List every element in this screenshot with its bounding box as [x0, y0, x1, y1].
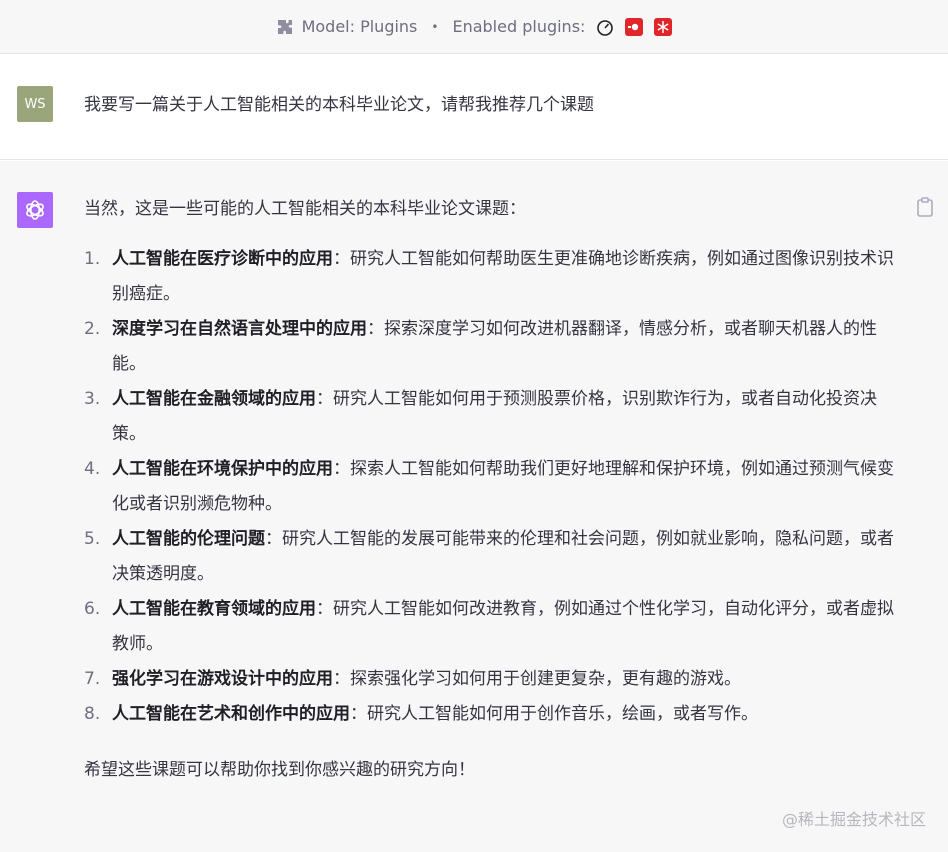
copy-clipboard-icon[interactable]: [916, 197, 934, 217]
list-item: 5. 人工智能的伦理问题：研究人工智能的发展可能带来的伦理和社会问题，例如就业影响…: [84, 522, 894, 592]
assistant-message-row: 当然，这是一些可能的人工智能相关的本科毕业论文课题： 1. 人工智能在医疗诊断中的…: [0, 161, 948, 852]
list-number: 7.: [84, 669, 101, 689]
assistant-outro: 希望这些课题可以帮助你找到你感兴趣的研究方向！: [84, 760, 475, 780]
user-message-text: 我要写一篇关于人工智能相关的本科毕业论文，请帮我推荐几个课题: [84, 95, 594, 115]
user-message-row: WS 我要写一篇关于人工智能相关的本科毕业论文，请帮我推荐几个课题: [0, 54, 948, 160]
topic-title: 人工智能在环境保护中的应用: [112, 459, 333, 479]
topic-description: ：研究人工智能如何用于创作音乐，绘画，或者写作。: [350, 704, 758, 724]
topic-list: 1. 人工智能在医疗诊断中的应用：研究人工智能如何帮助医生更准确地诊断疾病，例如通…: [84, 242, 894, 732]
chatgpt-logo-icon: [17, 192, 53, 228]
list-number: 4.: [84, 459, 101, 479]
model-label: Model: Plugins: [301, 17, 418, 36]
watermark: @稀土掘金技术社区: [781, 810, 926, 829]
red-snowflake-icon: [654, 17, 673, 36]
list-number: 2.: [84, 319, 101, 339]
topic-title: 人工智能在金融领域的应用: [112, 389, 316, 409]
list-item: 3. 人工智能在金融领域的应用：研究人工智能如何用于预测股票价格，识别欺诈行为，或…: [84, 382, 894, 452]
assistant-message-content: 当然，这是一些可能的人工智能相关的本科毕业论文课题： 1. 人工智能在医疗诊断中的…: [84, 195, 894, 801]
assistant-intro: 当然，这是一些可能的人工智能相关的本科毕业论文课题：: [84, 199, 526, 219]
list-number: 8.: [84, 704, 101, 724]
topic-title: 人工智能在艺术和创作中的应用: [112, 704, 350, 724]
enabled-plugins-label: Enabled plugins:: [452, 17, 586, 36]
list-number: 5.: [84, 529, 101, 549]
topic-title: 人工智能在教育领域的应用: [112, 599, 316, 619]
topic-title: 人工智能的伦理问题: [112, 529, 265, 549]
user-avatar: WS: [17, 86, 53, 122]
puzzle-icon: [276, 18, 294, 36]
topic-title: 强化学习在游戏设计中的应用: [112, 669, 333, 689]
topic-description: ：探索强化学习如何用于创建更复杂，更有趣的游戏。: [333, 669, 741, 689]
list-item: 7. 强化学习在游戏设计中的应用：探索强化学习如何用于创建更复杂，更有趣的游戏。: [84, 662, 894, 697]
list-number: 3.: [84, 389, 101, 409]
list-item: 4. 人工智能在环境保护中的应用：探索人工智能如何帮助我们更好地理解和保护环境，例…: [84, 452, 894, 522]
topic-title: 人工智能在医疗诊断中的应用: [112, 249, 333, 269]
list-item: 1. 人工智能在医疗诊断中的应用：研究人工智能如何帮助医生更准确地诊断疾病，例如通…: [84, 242, 894, 312]
red-record-icon: [625, 17, 644, 36]
list-number: 6.: [84, 599, 101, 619]
separator-dot: •: [431, 19, 439, 34]
topic-title: 深度学习在自然语言处理中的应用: [112, 319, 367, 339]
list-item: 6. 人工智能在教育领域的应用：研究人工智能如何改进教育，例如通过个性化学习，自动…: [84, 592, 894, 662]
list-item: 2. 深度学习在自然语言处理中的应用：探索深度学习如何改进机器翻译，情感分析，或者…: [84, 312, 894, 382]
list-number: 1.: [84, 249, 101, 269]
list-item: 8. 人工智能在艺术和创作中的应用：研究人工智能如何用于创作音乐，绘画，或者写作。: [84, 697, 894, 732]
speedometer-icon: [596, 18, 614, 36]
model-header: Model: Plugins • Enabled plugins:: [0, 0, 948, 54]
